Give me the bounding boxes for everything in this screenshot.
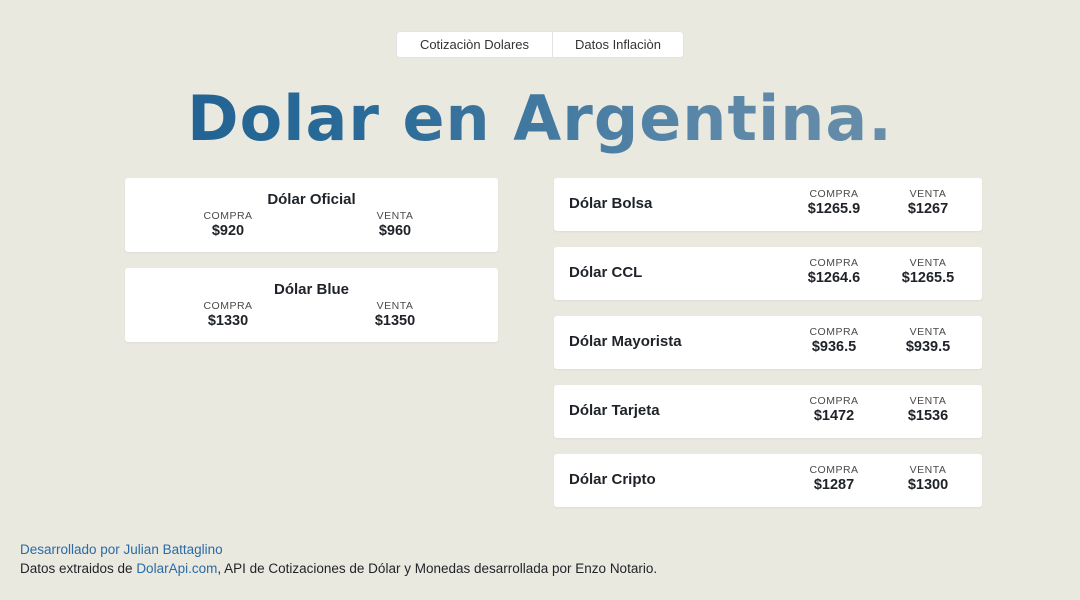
sell-value: $1267 [907,201,949,217]
sell-column: VENTA $1265.5 [883,257,973,286]
source-prefix: Datos extraidos de [20,561,137,576]
sell-value: $960 [378,223,412,239]
buy-label: COMPRA [809,464,859,476]
buy-value: $1265.9 [807,201,861,217]
buy-column: COMPRA $1264.6 [789,257,879,286]
sell-label: VENTA [909,464,947,476]
sell-column: VENTA $939.5 [883,326,973,355]
dolarapi-link[interactable]: DolarApi.com [136,561,217,576]
sell-label: VENTA [909,326,947,338]
buy-column: COMPRA $920 [188,210,268,239]
sell-label: VENTA [376,210,414,222]
card-dolar-cripto: Dólar Cripto COMPRA $1287 VENTA $1300 [554,454,982,507]
card-dolar-tarjeta: Dólar Tarjeta COMPRA $1472 VENTA $1536 [554,385,982,438]
card-name: Dólar Bolsa [569,195,653,212]
sell-label: VENTA [909,257,947,269]
buy-value: $920 [211,223,245,239]
source-credit: Datos extraidos de DolarApi.com, API de … [20,561,657,576]
buy-value: $936.5 [811,339,857,355]
buy-label: COMPRA [203,300,253,312]
tab-cotizacion-dolares[interactable]: Cotizaciòn Dolares [396,31,553,58]
sell-column: VENTA $1267 [883,188,973,217]
buy-label: COMPRA [809,257,859,269]
buy-label: COMPRA [203,210,253,222]
tab-datos-inflacion[interactable]: Datos Inflaciòn [553,31,684,58]
developer-credit-link[interactable]: Desarrollado por Julian Battaglino [20,540,657,559]
card-name: Dólar Mayorista [569,333,682,350]
sell-label: VENTA [376,300,414,312]
footer: Desarrollado por Julian Battaglino Datos… [20,540,657,578]
buy-column: COMPRA $1330 [188,300,268,329]
sell-column: VENTA $1536 [883,395,973,424]
sell-label: VENTA [909,395,947,407]
card-name: Dólar Cripto [569,471,656,488]
page-title: Dolar en Argentina. [0,82,1080,155]
sell-label: VENTA [909,188,947,200]
card-dolar-mayorista: Dólar Mayorista COMPRA $936.5 VENTA $939… [554,316,982,369]
card-name: Dólar Oficial [267,191,356,208]
buy-value: $1472 [813,408,855,424]
card-dolar-bolsa: Dólar Bolsa COMPRA $1265.9 VENTA $1267 [554,178,982,231]
buy-column: COMPRA $1265.9 [789,188,879,217]
card-dolar-blue: Dólar Blue COMPRA $1330 VENTA $1350 [125,268,498,342]
buy-column: COMPRA $936.5 [789,326,879,355]
sell-value: $1265.5 [901,270,955,286]
sell-value: $1536 [907,408,949,424]
card-name: Dólar Tarjeta [569,402,660,419]
tab-bar: Cotizaciòn Dolares Datos Inflaciòn [396,31,684,58]
card-dolar-ccl: Dólar CCL COMPRA $1264.6 VENTA $1265.5 [554,247,982,300]
sell-value: $1350 [374,313,416,329]
sell-column: VENTA $1350 [355,300,435,329]
card-name: Dólar Blue [273,281,349,298]
buy-column: COMPRA $1287 [789,464,879,493]
sell-value: $1300 [907,477,949,493]
buy-label: COMPRA [809,395,859,407]
card-dolar-oficial: Dólar Oficial COMPRA $920 VENTA $960 [125,178,498,252]
buy-label: COMPRA [809,326,859,338]
sell-column: VENTA $1300 [883,464,973,493]
buy-label: COMPRA [809,188,859,200]
card-name: Dólar CCL [569,264,643,281]
buy-value: $1264.6 [807,270,861,286]
buy-column: COMPRA $1472 [789,395,879,424]
source-suffix: , API de Cotizaciones de Dólar y Monedas… [217,561,658,576]
sell-value: $939.5 [905,339,951,355]
buy-value: $1287 [813,477,855,493]
buy-value: $1330 [207,313,249,329]
sell-column: VENTA $960 [355,210,435,239]
